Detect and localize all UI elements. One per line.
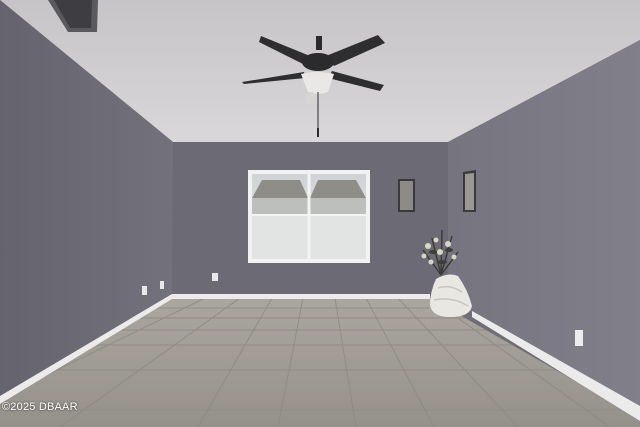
baseboard-back	[172, 294, 430, 299]
wall-outlet-back	[212, 273, 218, 281]
framed-picture-right-wall	[463, 170, 476, 212]
copyright-watermark: ©2025 DBAAR	[2, 401, 78, 413]
framed-picture-back-wall	[398, 179, 415, 212]
wall-outlet-left-2	[160, 281, 164, 289]
room-photo: ©2025 DBAAR	[0, 0, 640, 427]
window	[248, 170, 370, 263]
wall-outlet-left-1	[142, 286, 147, 295]
wall-outlet-right	[575, 330, 583, 346]
